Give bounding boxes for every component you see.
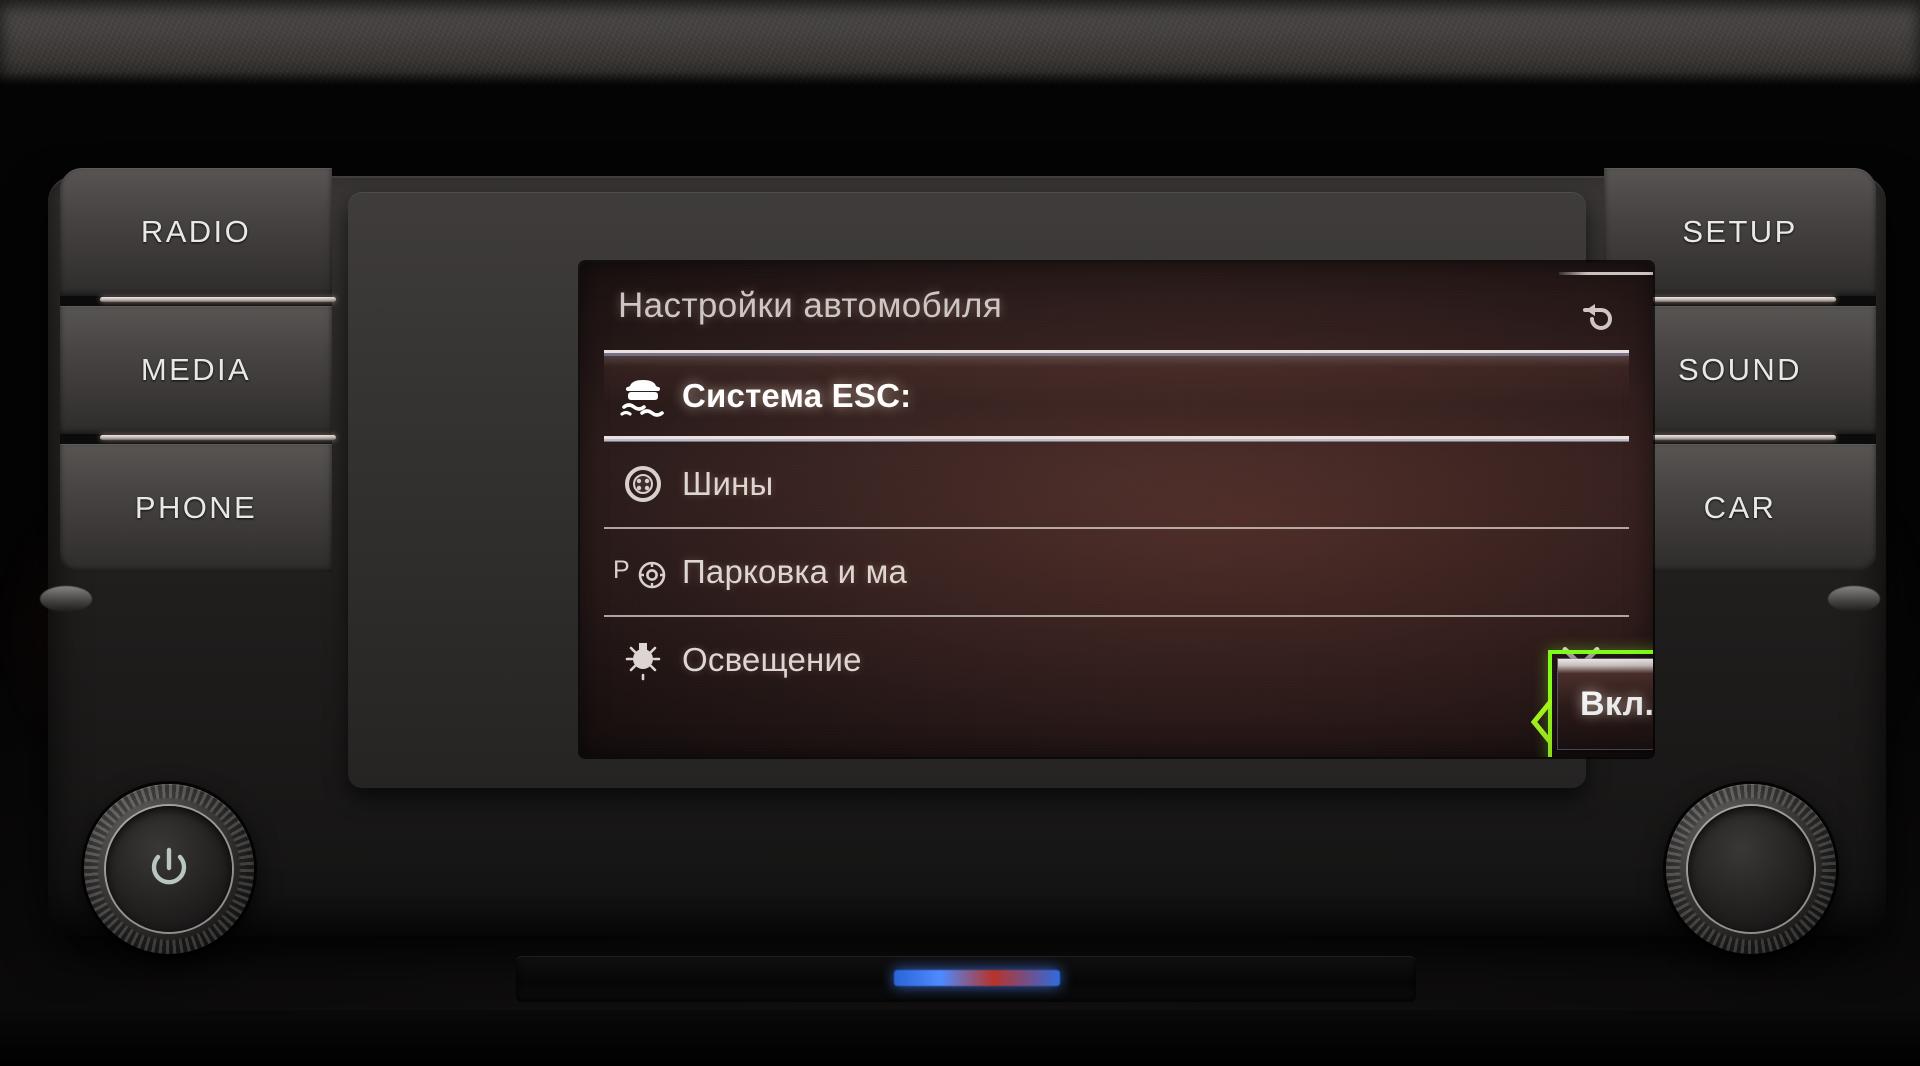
esc-option-on[interactable]: Вкл.: [1558, 659, 1653, 749]
power-volume-knob[interactable]: [84, 784, 254, 954]
list-item-esc[interactable]: Система ESC:: [604, 350, 1629, 442]
list-item-tires-label: Шины: [682, 465, 774, 502]
page-title: Настройки автомобиля: [618, 286, 1003, 325]
setup-button-label: SETUP: [1682, 214, 1798, 249]
chrome-accent-left: [40, 586, 92, 612]
lighting-bulb-icon: [604, 638, 682, 682]
list-item-parking-label: Парковка и ма: [682, 553, 908, 590]
radio-button[interactable]: RADIO: [60, 168, 332, 296]
svg-text:P: P: [613, 556, 630, 584]
esc-option-on-label: Вкл.: [1580, 684, 1653, 723]
infotainment-screen[interactable]: Настройки автомобиля Система ESC: Шины P…: [580, 262, 1653, 757]
dashboard-top-trim: [0, 0, 1920, 86]
tune-knob[interactable]: [1666, 784, 1836, 954]
header-rule: [1559, 272, 1653, 275]
esc-option-popup[interactable]: Вкл. ASR выкл. ESC Спорт: [1530, 650, 1653, 757]
media-button-label: MEDIA: [140, 352, 252, 387]
settings-list: Система ESC: Шины P Парковка и ма Освеще…: [604, 350, 1629, 703]
list-item-esc-label: Система ESC:: [682, 377, 912, 414]
parking-assist-icon: P: [604, 552, 682, 592]
popup-pointer: [1530, 698, 1554, 746]
media-button[interactable]: MEDIA: [60, 306, 332, 434]
radio-button-label: RADIO: [140, 214, 252, 249]
screenshot-stage: RADIO MEDIA PHONE SETUP SOUND CAR Настро…: [0, 0, 1920, 1066]
disc-slot[interactable]: [516, 956, 1416, 1002]
list-item-tires[interactable]: Шины: [604, 439, 1629, 527]
slot-led-indicator: [894, 970, 1060, 986]
phone-button[interactable]: PHONE: [60, 444, 332, 572]
list-item-lighting[interactable]: Освещение: [604, 615, 1629, 703]
esc-stability-icon: [604, 374, 682, 418]
head-unit: RADIO MEDIA PHONE SETUP SOUND CAR Настро…: [48, 168, 1886, 936]
left-button-column: RADIO MEDIA PHONE: [60, 168, 336, 572]
button-separator: [60, 434, 336, 444]
display-bezel: Настройки автомобиля Система ESC: Шины P…: [348, 192, 1653, 788]
lower-console-shadow: [0, 1010, 1920, 1066]
tire-pressure-icon: [604, 464, 682, 504]
knob-face: [106, 806, 232, 932]
back-button[interactable]: [1559, 272, 1653, 338]
sound-button-label: SOUND: [1678, 352, 1802, 387]
power-icon: [151, 847, 187, 885]
knob-face: [1688, 806, 1814, 932]
car-button-label: CAR: [1703, 490, 1777, 525]
list-item-parking[interactable]: P Парковка и ма: [604, 527, 1629, 615]
phone-button-label: PHONE: [134, 490, 258, 525]
chrome-accent-right: [1828, 586, 1880, 612]
list-item-lighting-label: Освещение: [682, 641, 862, 678]
back-arrow-icon: [1583, 304, 1612, 331]
button-separator: [60, 296, 336, 306]
